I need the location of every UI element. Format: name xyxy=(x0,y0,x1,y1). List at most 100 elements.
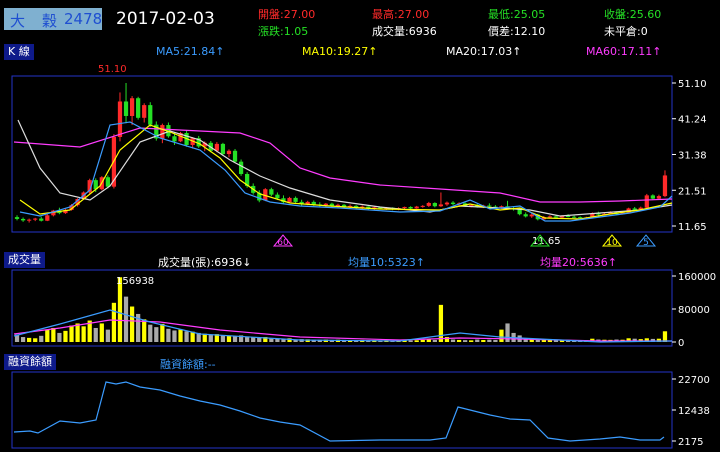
kline-y-axis: 51.10 41.24 31.38 21.51 11.65 xyxy=(672,79,707,233)
volume-bar xyxy=(481,340,486,342)
margin-tick-label: 12438 xyxy=(678,406,710,417)
volume-bars: 156938 xyxy=(14,276,668,342)
high-price-label: 51.10 xyxy=(98,64,127,75)
candle-body xyxy=(650,195,655,199)
candle-body xyxy=(45,215,50,221)
candle-body xyxy=(39,218,44,221)
chart-canvas[interactable]: 51.1041.2431.3821.5111.65 51.1011.6560 5 1… xyxy=(0,0,720,452)
volume-bar xyxy=(408,340,413,342)
volume-bar xyxy=(178,329,183,342)
candle-body xyxy=(129,98,135,116)
candle-body xyxy=(444,202,450,205)
volume-bar xyxy=(251,337,256,342)
volume-bar xyxy=(45,329,50,342)
kline-tick-label: 41.24 xyxy=(678,115,707,126)
candle-body xyxy=(402,206,407,209)
candle-body xyxy=(578,217,583,219)
candle-body xyxy=(414,206,419,209)
volume-bar xyxy=(257,337,262,342)
volume-bar xyxy=(202,333,207,342)
margin-tick-label: 2175 xyxy=(678,437,703,448)
volume-bar xyxy=(160,323,165,342)
volume-bar xyxy=(232,336,238,342)
candle-body xyxy=(105,177,110,187)
candle-body xyxy=(432,202,437,207)
volume-bar xyxy=(57,332,62,342)
volume-bar xyxy=(27,337,32,342)
volume-bar xyxy=(93,327,98,342)
candle-body xyxy=(20,218,26,221)
margin-y-axis: 22700 12438 2175 xyxy=(672,375,710,448)
volume-bar xyxy=(69,325,74,342)
volume-bar xyxy=(172,330,177,342)
volume-bar xyxy=(190,331,195,342)
candle-body xyxy=(662,175,668,197)
period-marker-label: 5 xyxy=(537,238,543,248)
volume-tick-label: 160000 xyxy=(678,272,716,283)
period-marker-label: 10 xyxy=(606,238,618,248)
period-marker-label: 60 xyxy=(277,238,289,248)
volume-bar xyxy=(20,337,26,342)
candle-body xyxy=(529,214,534,217)
volume-bar xyxy=(166,328,171,342)
volume-bar xyxy=(154,327,159,342)
volume-frame xyxy=(11,269,673,347)
period-marker-label: 5 xyxy=(643,238,649,248)
volume-bar xyxy=(75,323,80,342)
candle-body xyxy=(27,219,32,221)
candle-body xyxy=(565,216,571,218)
volume-bar xyxy=(184,331,189,342)
volume-bar xyxy=(456,339,462,342)
candle-body xyxy=(117,101,123,138)
volume-bar xyxy=(33,338,38,342)
candle-body xyxy=(553,216,559,218)
volume-bar xyxy=(51,327,56,342)
volume-bar xyxy=(245,337,250,342)
volume-tick-label: 80000 xyxy=(678,305,710,316)
volume-bar xyxy=(469,340,474,342)
candle-body xyxy=(226,150,232,155)
margin-balance-line xyxy=(13,381,665,442)
volume-peak-label: 156938 xyxy=(116,276,154,287)
volume-y-axis: 160000 80000 0 xyxy=(672,272,716,349)
volume-bar xyxy=(123,296,129,342)
volume-bar xyxy=(432,339,437,342)
candle-body xyxy=(123,101,129,116)
volume-bar xyxy=(487,339,492,342)
candle-body xyxy=(517,209,522,215)
candle-body xyxy=(148,105,153,125)
candle-body xyxy=(656,196,662,199)
volume-bar xyxy=(662,331,668,342)
candle-body xyxy=(136,98,141,118)
volume-bar xyxy=(499,329,504,342)
candle-body xyxy=(33,218,38,220)
volume-bar xyxy=(450,339,456,342)
candle-body xyxy=(311,201,316,205)
kline-tick-label: 31.38 xyxy=(678,150,707,161)
volume-bar xyxy=(111,302,117,342)
candle-body xyxy=(275,194,280,199)
candle-body xyxy=(438,204,444,207)
volume-bar xyxy=(63,330,68,342)
volume-bar xyxy=(129,306,135,342)
volume-bar xyxy=(493,339,498,342)
volume-bar xyxy=(105,329,110,342)
candle-body xyxy=(523,214,528,217)
candle-body xyxy=(323,203,328,206)
candle-body xyxy=(172,136,177,142)
candle-body xyxy=(487,205,492,207)
volume-bar xyxy=(226,335,232,342)
candle-body xyxy=(287,197,292,203)
candle-body xyxy=(408,206,413,209)
kline-tick-label: 51.10 xyxy=(678,79,707,90)
margin-tick-label: 22700 xyxy=(678,375,710,386)
volume-bar xyxy=(420,339,425,342)
candle-body xyxy=(232,150,238,162)
volume-bar xyxy=(438,304,444,342)
candle-body xyxy=(644,195,649,208)
candle-body xyxy=(14,217,20,219)
volume-tick-label: 0 xyxy=(678,338,684,349)
candle-body xyxy=(160,125,165,139)
candle-body xyxy=(238,161,244,174)
volume-bar xyxy=(475,339,480,342)
